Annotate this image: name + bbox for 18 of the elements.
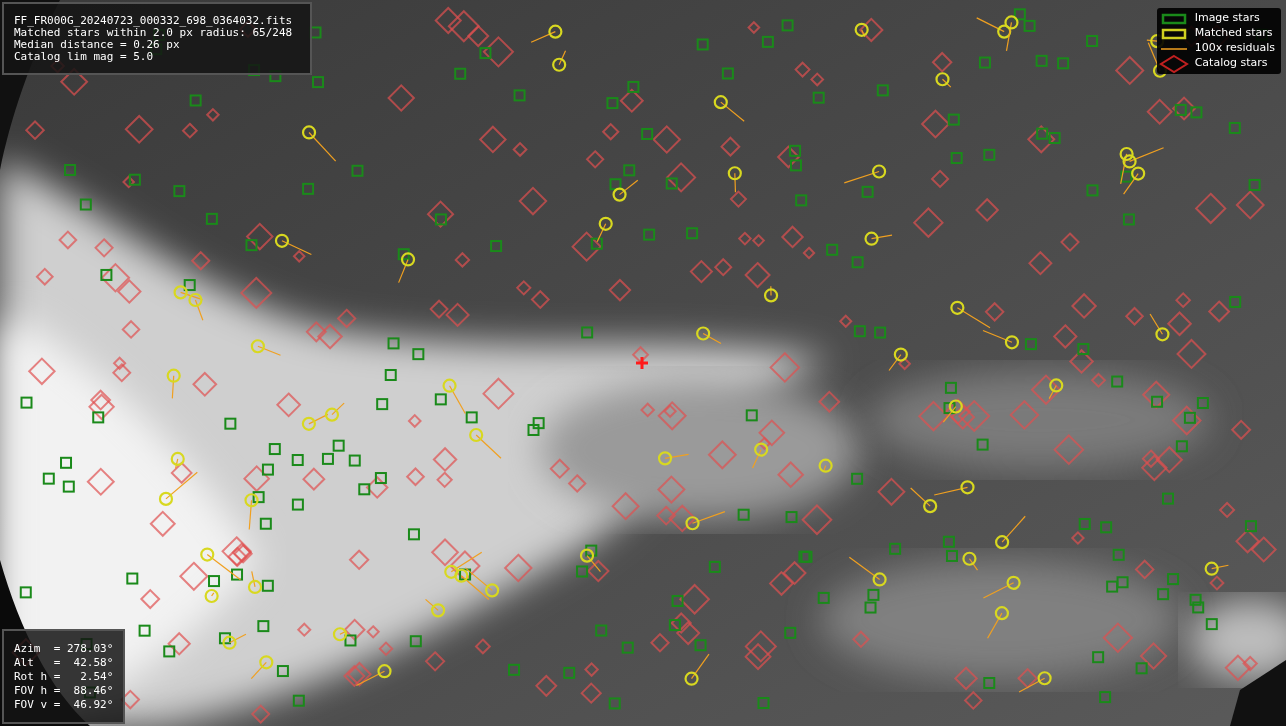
- rectangle-icon: [1160, 26, 1187, 41]
- legend-label: Matched stars: [1194, 25, 1273, 42]
- info-text: Catalog lim mag = 5.0: [14, 51, 154, 63]
- diamond-icon: [1160, 56, 1187, 71]
- rectangle-icon: [1160, 11, 1187, 26]
- info-text: FF_FR000G_20240723_000332_698_0364032.fits: [14, 15, 293, 27]
- pointing-text: FOV h = 88.46°: [14, 684, 114, 698]
- legend-label: Catalog stars: [1194, 55, 1268, 72]
- pointing-text: Rot h = 2.54°: [14, 670, 114, 684]
- pointing-text: Azim = 278.03°: [14, 642, 114, 656]
- info-text: Matched stars within 2.0 px radius: 65/248: [14, 27, 293, 39]
- line-icon: [1160, 47, 1187, 50]
- legend-label: 100x residuals: [1194, 40, 1275, 57]
- center-cross-icon: [636, 357, 648, 369]
- info-text: Median distance = 0.26 px: [14, 39, 180, 51]
- pointing-text: FOV v = 46.92°: [14, 698, 114, 712]
- legend-label: Image stars: [1194, 10, 1260, 27]
- pointing-text: Alt = 42.58°: [14, 656, 114, 670]
